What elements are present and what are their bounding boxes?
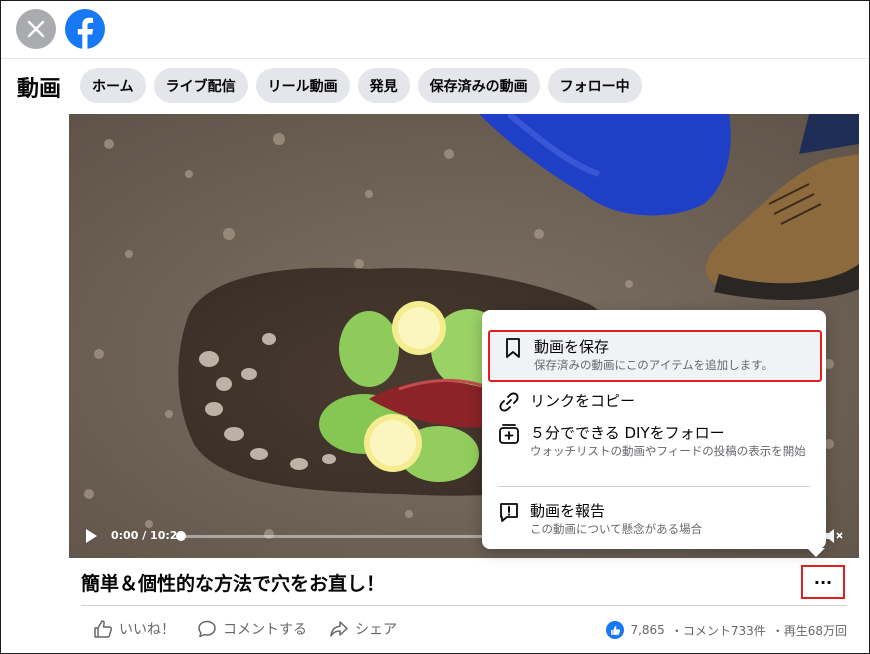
video-time: 0:00 / 10:21: [111, 529, 186, 542]
tab-live[interactable]: ライブ配信: [153, 68, 248, 103]
like-reaction-icon[interactable]: [606, 621, 625, 639]
play-icon[interactable]: [83, 528, 99, 544]
follow-icon: [499, 424, 519, 444]
engagement-stats: 7,865 ・コメント733件 ・再生68万回: [606, 621, 847, 639]
thumbs-up-icon: [94, 620, 113, 638]
close-button[interactable]: [16, 9, 56, 49]
menu-item-label: ５分でできる DIYをフォロー: [530, 424, 725, 442]
menu-item-report-video[interactable]: 動画を報告 この動画について懸念がある場合: [490, 496, 818, 541]
menu-item-description: この動画について懸念がある場合: [530, 522, 703, 536]
video-title: 簡単＆個性的な方法で穴をお直し！: [81, 573, 386, 595]
divider: [81, 605, 847, 606]
comment-button[interactable]: コメントする: [197, 619, 307, 639]
menu-item-save-video[interactable]: 動画を保存 保存済みの動画にこのアイテムを追加します。: [488, 330, 822, 382]
report-icon: [500, 503, 518, 522]
menu-item-label: リンクをコピー: [530, 392, 636, 410]
comment-count[interactable]: ・コメント733件: [671, 622, 766, 639]
menu-item-label: 動画を報告: [530, 502, 606, 520]
bookmark-icon: [506, 338, 520, 358]
nav-tabs: ホーム ライブ配信 リール動画 発見 保存済みの動画 フォロー中: [80, 68, 642, 103]
view-count: ・再生68万回: [771, 623, 847, 638]
tab-following[interactable]: フォロー中: [547, 68, 642, 103]
tab-saved-videos[interactable]: 保存済みの動画: [417, 68, 540, 103]
like-label: いいね！: [119, 622, 175, 638]
menu-item-label: 動画を保存: [534, 338, 610, 356]
tab-home[interactable]: ホーム: [80, 68, 146, 103]
like-button[interactable]: いいね！: [93, 619, 175, 639]
like-count[interactable]: 7,865: [630, 623, 664, 637]
menu-item-description: ウォッチリストの動画やフィードの投稿の表示を開始: [530, 444, 806, 458]
top-bar: [1, 1, 869, 59]
video-options-menu: 動画を保存 保存済みの動画にこのアイテムを追加します。 リンクをコピー ５分でで…: [482, 310, 826, 549]
menu-item-follow[interactable]: ５分でできる DIYをフォロー ウォッチリストの動画やフィードの投稿の表示を開始: [490, 418, 818, 463]
share-button[interactable]: シェア: [329, 619, 397, 639]
comment-label: コメントする: [223, 622, 307, 638]
thumbs-up-icon: [611, 625, 621, 635]
reaction-actions: いいね！ コメントする シェア: [93, 619, 397, 639]
menu-divider: [498, 486, 810, 487]
volume-muted-icon[interactable]: [823, 526, 843, 546]
menu-item-copy-link[interactable]: リンクをコピー: [490, 386, 818, 417]
tab-discover[interactable]: 発見: [357, 68, 410, 103]
share-icon: [330, 621, 348, 637]
menu-caret: [807, 548, 825, 557]
page-title: 動画: [17, 77, 62, 102]
progress-knob[interactable]: [176, 531, 186, 541]
menu-item-description: 保存済みの動画にこのアイテムを追加します。: [534, 358, 773, 372]
link-icon: [499, 392, 519, 412]
facebook-logo-icon[interactable]: [65, 9, 105, 49]
close-icon: [27, 20, 45, 38]
tab-reels[interactable]: リール動画: [255, 68, 350, 103]
more-options-button[interactable]: ···: [801, 565, 845, 599]
comment-icon: [198, 620, 216, 638]
share-label: シェア: [355, 622, 397, 638]
video-nav: 動画 ホーム ライブ配信 リール動画 発見 保存済みの動画 フォロー中: [1, 59, 869, 113]
